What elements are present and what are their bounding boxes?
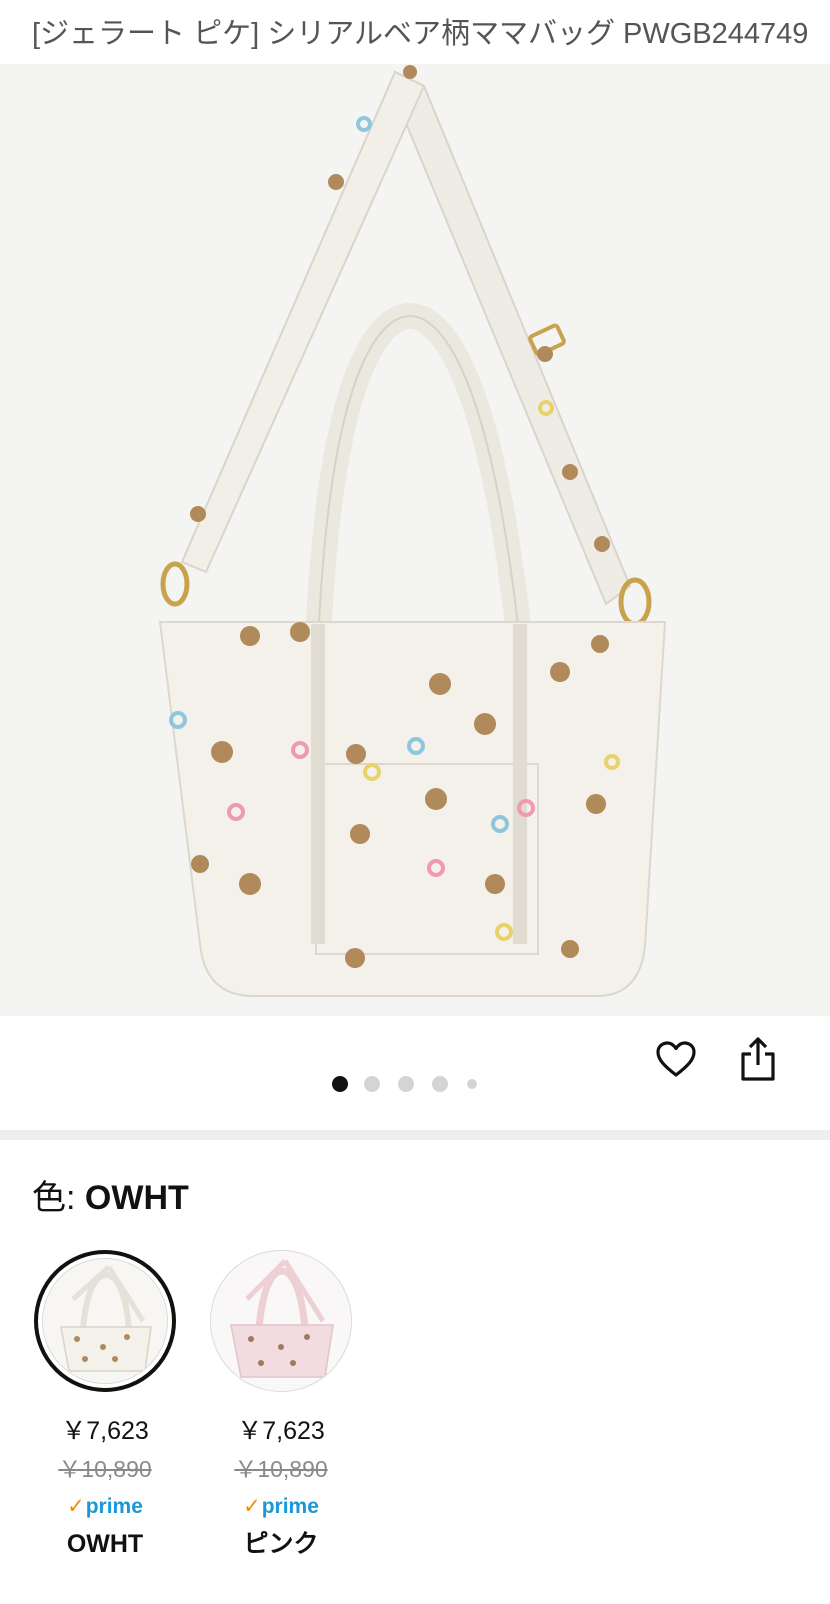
prime-badge: ✓prime <box>206 1494 356 1520</box>
color-option-pink[interactable]: ￥7,623 ￥10,890 ✓prime ピンク <box>206 1250 356 1560</box>
color-option-owht[interactable]: ￥7,623 ￥10,890 ✓prime OWHT <box>30 1250 180 1560</box>
color-label: 色: <box>32 1179 85 1217</box>
section-divider <box>0 1130 830 1140</box>
pagination-dot-4[interactable] <box>432 1076 448 1092</box>
prime-badge: ✓prime <box>30 1494 180 1520</box>
right-clasp <box>618 577 652 627</box>
selected-color-value: OWHT <box>84 1179 189 1217</box>
swatch-bag-image <box>211 1251 351 1391</box>
swatch-thumbnail[interactable] <box>210 1250 352 1392</box>
swatch-thumbnail[interactable] <box>34 1250 176 1392</box>
prime-check-icon: ✓ <box>243 1495 261 1518</box>
pagination-dot-3[interactable] <box>398 1076 414 1092</box>
share-button[interactable] <box>733 1034 783 1084</box>
pagination-dot-1[interactable] <box>332 1076 348 1092</box>
left-clasp <box>160 561 190 607</box>
option-list-price: ￥10,890 <box>234 1456 328 1482</box>
product-image-gallery[interactable] <box>0 64 830 1016</box>
favorite-button[interactable] <box>651 1034 701 1084</box>
pagination-dot-2[interactable] <box>364 1076 380 1092</box>
prime-label: prime <box>261 1495 319 1518</box>
heart-outline-icon <box>656 1041 696 1077</box>
product-title: [ジェラート ピケ] シリアルベア柄ママバッグ PWGB244749 <box>32 18 809 50</box>
option-list-price: ￥10,890 <box>58 1456 152 1482</box>
product-image[interactable] <box>0 64 830 1016</box>
option-name: ピンク <box>243 1530 319 1558</box>
prime-check-icon: ✓ <box>67 1495 85 1518</box>
option-name: OWHT <box>66 1530 144 1558</box>
swatch-bag-image <box>43 1259 167 1383</box>
share-icon <box>741 1037 775 1081</box>
option-price: ￥7,623 <box>237 1417 325 1445</box>
prime-label: prime <box>85 1495 143 1518</box>
bag-handle <box>305 302 533 646</box>
color-selector-heading: 色: OWHT <box>32 1176 189 1220</box>
image-pagination-dots[interactable] <box>0 1074 830 1094</box>
pagination-dot-5[interactable] <box>467 1079 477 1089</box>
option-price: ￥7,623 <box>61 1417 149 1445</box>
